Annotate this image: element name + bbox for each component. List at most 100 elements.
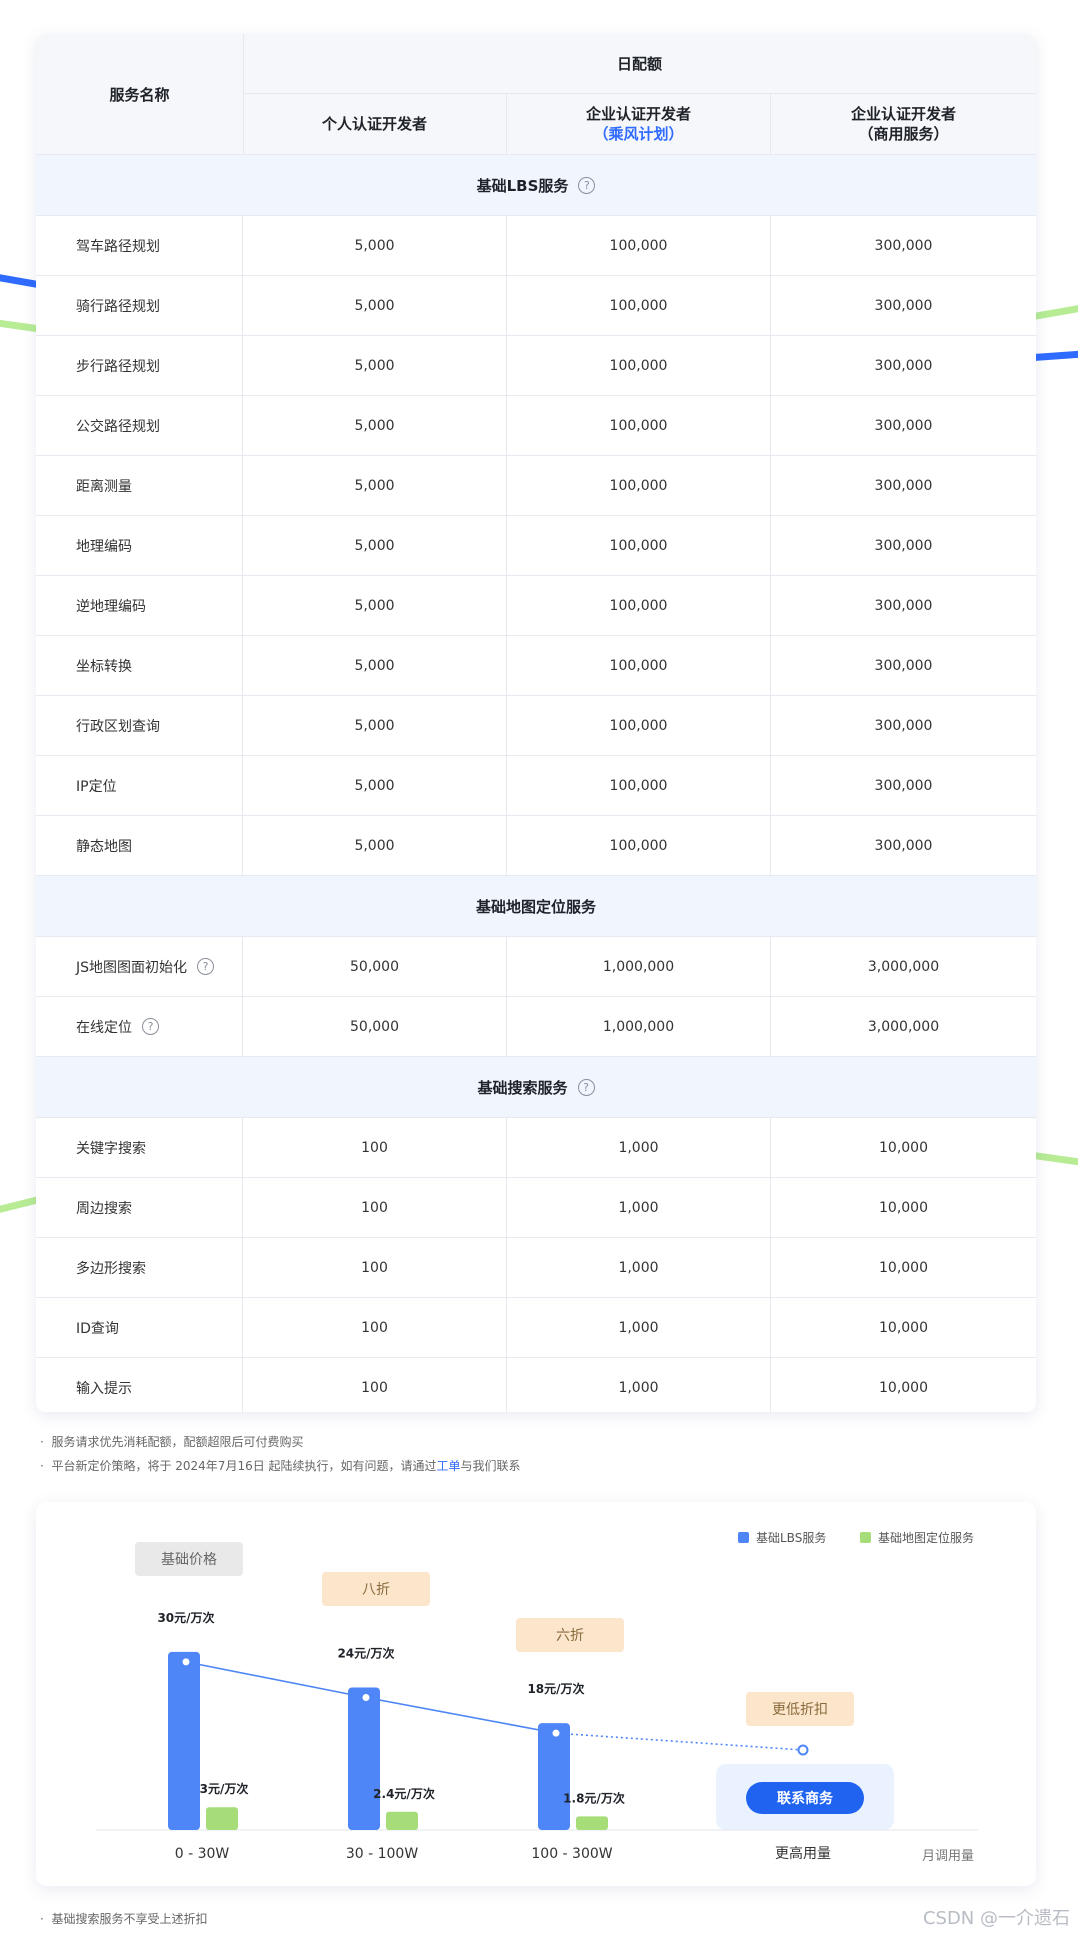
quota-cell: 1,000,000	[507, 997, 771, 1056]
legend-swatch-location	[860, 1532, 871, 1543]
trend-line-segment	[555, 1732, 804, 1751]
service-name: 输入提示	[36, 1358, 243, 1412]
note-item: · 服务请求优先消耗配额，配额超限后可付费购买	[40, 1435, 304, 1449]
quota-cell: 5,000	[243, 636, 507, 695]
quota-cell: 100,000	[507, 396, 771, 455]
quota-cell: 300,000	[874, 357, 933, 374]
quota-cell: 5,000	[243, 276, 507, 335]
quota-cell: 5,000	[243, 816, 507, 875]
table-row: 骑行路径规划 5,000 100,000 300,000	[36, 276, 1036, 336]
table-row: 逆地理编码 5,000 100,000 300,000	[36, 576, 1036, 636]
quota-cell: 5,000	[243, 456, 507, 515]
quota-cell: 100,000	[507, 576, 771, 635]
quota-cell: 100	[243, 1178, 507, 1237]
decorative-line	[0, 1196, 41, 1215]
quota-cell: 100,000	[507, 276, 771, 335]
service-name-label: 在线定位	[76, 1019, 132, 1036]
quota-cell: 300,000	[874, 717, 933, 734]
help-icon[interactable]: ?	[142, 1018, 159, 1035]
service-name: 地理编码	[36, 516, 243, 575]
bar-lbs	[538, 1723, 570, 1830]
trend-point	[797, 1744, 809, 1756]
section-title: 基础搜索服务	[477, 1078, 568, 1097]
legend-label-lbs: 基础LBS服务	[756, 1530, 826, 1545]
section-lbs: 基础LBS服务 ?	[36, 155, 1036, 216]
service-name: 坐标转换	[36, 636, 243, 695]
pricing-chart: 基础价格八折六折更低折扣 30元/万次 24元/万次 18元/万次 3元/万次 2.4元/…	[96, 1530, 978, 1864]
quota-cell: 1,000	[507, 1118, 771, 1177]
quota-cell: 300,000	[874, 537, 933, 554]
quota-cell: 100	[243, 1118, 507, 1177]
decorative-line	[1031, 1151, 1078, 1168]
header-enterprise-sub: （乘风计划）	[593, 125, 684, 143]
table-row: JS地图图面初始化? 50,000 1,000,000 3,000,000	[36, 937, 1036, 997]
quota-cell: 10,000	[879, 1139, 928, 1156]
quota-cell: 100	[243, 1298, 507, 1357]
header-commercial: 企业认证开发者 （商用服务）	[771, 94, 1036, 154]
header-commercial-sub: （商用服务）	[858, 125, 949, 143]
tier-tag-label: 基础价格	[161, 1551, 217, 1567]
quota-cell: 100,000	[507, 336, 771, 395]
quota-cell: 5,000	[243, 516, 507, 575]
service-name: 静态地图	[36, 816, 243, 875]
note-text: 与我们联系	[460, 1459, 521, 1473]
quota-cell: 5,000	[243, 336, 507, 395]
header-personal: 个人认证开发者	[243, 94, 507, 154]
x-tick-label: 30 - 100W	[346, 1846, 418, 1862]
quota-cell: 100	[243, 1358, 507, 1412]
table-row: 步行路径规划 5,000 100,000 300,000	[36, 336, 1036, 396]
quota-cell: 5,000	[243, 576, 507, 635]
quota-cell: 100,000	[507, 816, 771, 875]
quota-cell: 5,000	[243, 756, 507, 815]
quota-table: 服务名称 日配额 个人认证开发者 企业认证开发者 （乘风计划） 企业认证开发者 …	[36, 34, 1036, 1412]
quota-cell: 100,000	[507, 696, 771, 755]
quota-cell: 1,000	[507, 1178, 771, 1237]
table-row: 行政区划查询 5,000 100,000 300,000	[36, 696, 1036, 756]
table-row: 公交路径规划 5,000 100,000 300,000	[36, 396, 1036, 456]
table-row: 在线定位? 50,000 1,000,000 3,000,000	[36, 997, 1036, 1057]
header-commercial-label: 企业认证开发者	[850, 105, 956, 123]
note-text: 平台新定价策略，将于 2024年7月16日 起陆续执行，如有问题，请通过	[51, 1459, 437, 1473]
quota-cell: 100	[243, 1238, 507, 1297]
quota-cell: 100,000	[507, 456, 771, 515]
quota-cell: 5,000	[243, 216, 507, 275]
note-text: 服务请求优先消耗配额，配额超限后可付费购买	[51, 1435, 304, 1449]
table-row: IP定位 5,000 100,000 300,000	[36, 756, 1036, 816]
header-personal-label: 个人认证开发者	[321, 115, 427, 133]
bar-location-label: 2.4元/万次	[373, 1786, 435, 1801]
decorative-line	[1031, 349, 1078, 362]
service-name: 公交路径规划	[36, 396, 243, 455]
footer-note: · 基础搜索服务不享受上述折扣	[40, 1912, 208, 1926]
quota-cell: 300,000	[874, 777, 933, 794]
tier-tag-label: 更低折扣	[772, 1701, 828, 1717]
service-name: 步行路径规划	[36, 336, 243, 395]
quota-cell: 3,000,000	[867, 1018, 940, 1035]
section-map-location: 基础地图定位服务	[36, 876, 1036, 937]
trend-point	[550, 1727, 562, 1739]
ticket-link[interactable]: 工单	[437, 1459, 461, 1473]
quota-cell: 5,000	[243, 396, 507, 455]
legend-swatch-lbs	[738, 1532, 749, 1543]
bar-lbs	[168, 1651, 200, 1830]
x-axis-label: 月调用量	[922, 1849, 974, 1864]
bar-lbs-label: 24元/万次	[337, 1646, 394, 1661]
bar-location-label: 1.8元/万次	[563, 1790, 625, 1805]
bar-location	[206, 1807, 238, 1830]
bar-lbs	[348, 1687, 380, 1830]
help-icon[interactable]: ?	[578, 176, 596, 194]
help-icon[interactable]: ?	[577, 1078, 595, 1096]
quota-cell: 1,000	[507, 1358, 771, 1412]
service-name: 周边搜索	[36, 1178, 243, 1237]
quota-cell: 10,000	[879, 1259, 928, 1276]
legend-label-location: 基础地图定位服务	[878, 1530, 974, 1545]
service-name: 在线定位?	[36, 997, 243, 1056]
tier-tag-label: 八折	[362, 1581, 390, 1597]
help-icon[interactable]: ?	[197, 958, 215, 975]
notes: · 服务请求优先消耗配额，配额超限后可付费购买 · 平台新定价策略，将于 202…	[40, 1430, 521, 1478]
trend-point	[180, 1656, 192, 1668]
tier-tag-label: 六折	[556, 1627, 584, 1643]
section-title: 基础LBS服务	[476, 176, 569, 195]
quota-cell: 300,000	[874, 597, 933, 614]
contact-sales-button-label[interactable]: 联系商务	[777, 1790, 834, 1807]
quota-cell: 5,000	[243, 696, 507, 755]
